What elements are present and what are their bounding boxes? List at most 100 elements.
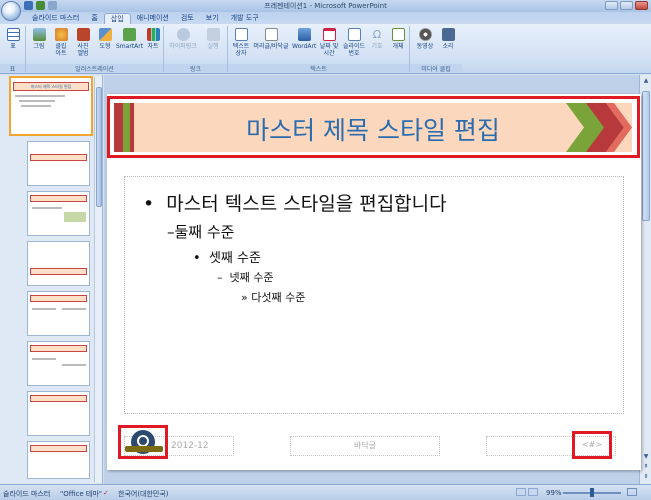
layout-thumbnail[interactable]	[27, 141, 90, 186]
table-button[interactable]: 표	[4, 28, 22, 50]
header-footer-icon	[264, 28, 278, 41]
editor-scroll-thumb[interactable]	[642, 91, 650, 221]
master-thumbnail[interactable]: 마스터 제목 스타일 편집	[9, 76, 93, 136]
action-icon	[206, 28, 220, 41]
layout-thumbnail[interactable]	[27, 191, 90, 236]
thumb-line	[62, 364, 86, 366]
thumb-title	[30, 445, 87, 452]
wordart-icon	[297, 28, 311, 41]
slide-thumbnail-pane: 마스터 제목 스타일 편집	[0, 75, 103, 484]
action-button[interactable]: 실행	[202, 28, 224, 50]
close-button[interactable]	[635, 1, 648, 10]
level-2-text: 둘째 수준	[174, 223, 235, 241]
layout-thumbnail[interactable]	[27, 341, 90, 386]
tab-developer[interactable]: 개발 도구	[225, 13, 265, 24]
status-theme: "Office 테마"	[60, 490, 102, 498]
object-icon	[391, 28, 405, 41]
bullet-icon: •	[143, 193, 167, 215]
calendar-icon	[322, 28, 336, 41]
powerpoint-window: { "window": {"title": "프레젠테이션1 - Microso…	[0, 0, 651, 500]
normal-view-icon[interactable]	[516, 488, 526, 496]
level-4-text: 넷째 수준	[229, 271, 274, 284]
title-placeholder-highlight[interactable]: 마스터 제목 스타일 편집	[107, 96, 640, 158]
movie-button[interactable]: 동영상	[414, 28, 436, 50]
omega-icon: Ω	[372, 28, 382, 41]
object-button[interactable]: 개체	[388, 28, 408, 50]
slide-number-highlight[interactable]: <#>	[572, 431, 612, 459]
textbox-button[interactable]: 텍스트 상자	[230, 28, 252, 57]
logo-bar	[125, 446, 163, 452]
photo-album-icon	[76, 28, 90, 41]
symbol-button[interactable]: Ω 기호	[368, 28, 386, 50]
group-label-text: 텍스트	[228, 64, 409, 73]
title-banner: 마스터 제목 스타일 편집	[114, 103, 632, 152]
tab-slide-master[interactable]: 슬라이드 마스터	[26, 13, 85, 24]
status-language[interactable]: 한국어(대한민국)	[118, 489, 169, 499]
pane-scrollbar[interactable]	[94, 77, 102, 482]
layout-thumbnail[interactable]	[27, 441, 90, 479]
thumb-title	[30, 345, 87, 352]
chart-button[interactable]: 차트	[144, 28, 162, 50]
picture-button[interactable]: 그림	[30, 28, 48, 50]
thumb-line	[32, 308, 56, 310]
office-button[interactable]	[1, 1, 21, 21]
clipart-button[interactable]: 클립 아트	[52, 28, 70, 57]
text-level-1: • 마스터 텍스트 스타일을 편집합니다	[143, 189, 447, 216]
textbox-icon	[234, 28, 248, 41]
slide-number-button[interactable]: 슬라이드 번호	[342, 28, 366, 57]
thumb-line	[32, 358, 56, 360]
layout-thumbnail[interactable]	[27, 291, 90, 336]
ribbon-tabs: 슬라이드 마스터 홈 삽입 애니메이션 검토 보기 개발 도구	[0, 12, 651, 24]
tab-insert[interactable]: 삽입	[103, 13, 131, 24]
sound-button[interactable]: 소리	[438, 28, 458, 50]
sorter-view-icon[interactable]	[528, 488, 538, 496]
zoom-knob[interactable]	[590, 488, 594, 497]
tab-view[interactable]: 보기	[200, 13, 225, 24]
window-title: 프레젠테이션1 - Microsoft PowerPoint	[264, 2, 387, 10]
prev-slide-icon[interactable]: ⇞	[642, 463, 650, 471]
slide-title[interactable]: 마스터 제목 스타일 편집	[114, 111, 632, 147]
minimize-button[interactable]	[605, 1, 618, 10]
shapes-icon	[98, 28, 112, 41]
group-label-links: 링크	[164, 64, 227, 73]
maximize-button[interactable]	[620, 1, 633, 10]
footer-placeholder[interactable]: 바닥글	[290, 436, 440, 456]
photo-album-button[interactable]: 사진 앨범	[74, 28, 92, 57]
scroll-down-icon[interactable]: ▼	[642, 453, 650, 461]
thumb-line	[15, 95, 65, 97]
logo-highlight[interactable]	[118, 425, 168, 459]
spellcheck-icon[interactable]: ✓	[103, 489, 109, 497]
date-time-button[interactable]: 날짜 및 시간	[318, 28, 340, 57]
thumb-title: 마스터 제목 스타일 편집	[13, 82, 89, 91]
status-view: 슬라이드 마스터	[3, 490, 51, 498]
thumb-line	[32, 207, 62, 209]
level-5-text: 다섯째 수준	[251, 291, 306, 304]
header-footer-button[interactable]: 머리글/바닥글	[252, 28, 290, 50]
thumb-title	[30, 154, 87, 161]
fit-window-icon[interactable]	[627, 488, 637, 496]
thumb-title	[30, 268, 87, 275]
dash-bullet-icon: –	[167, 223, 175, 241]
wordart-button[interactable]: WordArt	[292, 28, 316, 50]
tab-home[interactable]: 홈	[85, 13, 103, 24]
group-media: 동영상 소리 미디어 클립	[410, 26, 462, 73]
content-placeholder[interactable]: • 마스터 텍스트 스타일을 편집합니다 –둘째 수준 • 셋째 수준 – 넷째…	[124, 176, 624, 414]
tab-animations[interactable]: 애니메이션	[131, 13, 175, 24]
group-links: 하이퍼링크 실행 링크	[164, 26, 228, 73]
group-label-media: 미디어 클립	[410, 64, 462, 73]
layout-thumbnail[interactable]	[27, 391, 90, 436]
text-level-5: » 다섯째 수준	[241, 289, 305, 305]
table-icon	[6, 28, 20, 41]
tab-review[interactable]: 검토	[175, 13, 200, 24]
next-slide-icon[interactable]: ⇟	[642, 473, 650, 481]
shapes-button[interactable]: 도형	[96, 28, 114, 50]
smartart-button[interactable]: SmartArt	[116, 28, 143, 50]
layout-thumbnail[interactable]	[27, 241, 90, 286]
pane-scroll-thumb[interactable]	[96, 87, 102, 207]
hyperlink-button[interactable]: 하이퍼링크	[168, 28, 198, 50]
zoom-level[interactable]: 99%	[546, 489, 562, 497]
smartart-icon	[122, 28, 136, 41]
title-bar: 프레젠테이션1 - Microsoft PowerPoint	[0, 0, 651, 12]
scroll-up-icon[interactable]: ▲	[642, 77, 650, 85]
clipart-icon	[54, 28, 68, 41]
